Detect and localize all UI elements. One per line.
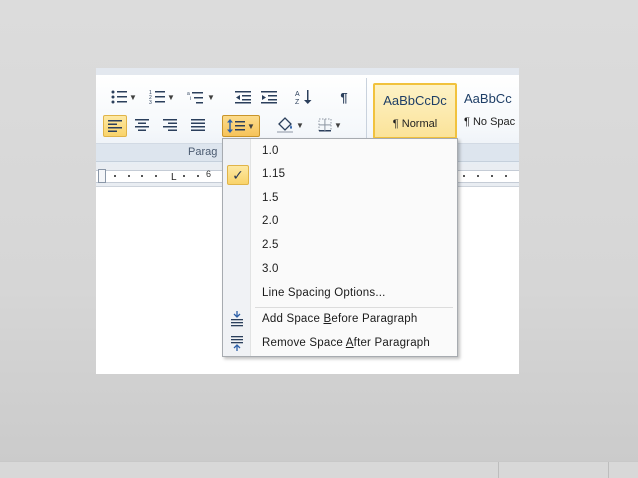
ruler-tick <box>463 175 465 177</box>
line-spacing-options-item[interactable]: Line Spacing Options... <box>224 282 456 304</box>
align-left-button[interactable] <box>103 115 127 137</box>
paint-bucket-icon <box>277 117 294 133</box>
shading-button[interactable]: ▼ <box>272 115 308 135</box>
numbering-icon: 1 2 3 <box>149 90 166 104</box>
menu-item-label: Add Space Before Paragraph <box>262 313 418 325</box>
line-spacing-menu: 1.0 ✓ 1.15 1.5 2.0 2.5 3.0 Line Spacing … <box>222 138 458 357</box>
ruler-tick <box>128 175 130 177</box>
align-left-icon <box>108 120 122 132</box>
tab-stop-marker[interactable]: L <box>171 172 177 183</box>
add-space-before-item[interactable]: Add Space Before Paragraph <box>224 308 456 330</box>
add-space-before-icon <box>227 310 247 328</box>
sort-az-icon: A Z <box>295 90 312 105</box>
style-no-spacing-sample: AaBbCc <box>464 90 512 106</box>
chevron-down-icon: ▼ <box>129 92 137 102</box>
multilevel-list-icon: a i <box>187 91 204 104</box>
svg-text:A: A <box>295 91 300 98</box>
menu-item-1-15[interactable]: ✓ 1.15 <box>224 163 456 185</box>
menu-item-2-0[interactable]: 2.0 <box>224 210 456 232</box>
style-no-spacing[interactable]: AaBbCc ¶ No Spac <box>458 83 519 135</box>
justify-icon <box>191 119 205 131</box>
chevron-down-icon: ▼ <box>334 120 342 130</box>
taskbar-divider <box>498 462 499 478</box>
ruler-tick <box>505 175 507 177</box>
ruler-tick <box>491 175 493 177</box>
svg-text:Z: Z <box>295 99 300 105</box>
decrease-indent-button[interactable] <box>233 87 253 107</box>
ruler-tick <box>477 175 479 177</box>
menu-item-label: 2.5 <box>262 239 279 251</box>
paragraph-group-label: Parag <box>188 146 218 158</box>
svg-text:i: i <box>190 96 191 102</box>
menu-item-label: 2.0 <box>262 215 279 227</box>
menu-item-2-5[interactable]: 2.5 <box>224 234 456 256</box>
style-normal-sample: AaBbCcDc <box>383 92 447 108</box>
pilcrow-icon: ¶ <box>340 89 348 105</box>
indent-marker[interactable] <box>98 169 106 183</box>
svg-text:3: 3 <box>149 100 152 104</box>
increase-indent-icon <box>261 91 277 104</box>
multilevel-list-button[interactable]: a i ▼ <box>185 87 217 107</box>
numbering-button[interactable]: 1 2 3 ▼ <box>146 87 178 107</box>
checkmark-icon: ✓ <box>227 165 249 185</box>
show-formatting-button[interactable]: ¶ <box>334 87 354 107</box>
chevron-down-icon: ▼ <box>296 120 304 130</box>
increase-indent-button[interactable] <box>259 87 279 107</box>
chevron-down-icon: ▼ <box>167 92 175 102</box>
style-no-spacing-label: ¶ No Spac <box>464 115 516 128</box>
ruler-tick <box>141 175 143 177</box>
menu-item-3-0[interactable]: 3.0 <box>224 258 456 280</box>
decrease-indent-icon <box>235 91 251 104</box>
menu-item-label: Line Spacing Options... <box>262 287 386 299</box>
menu-item-1-5[interactable]: 1.5 <box>224 187 456 209</box>
menu-item-label: 3.0 <box>262 263 279 275</box>
borders-icon <box>318 118 332 132</box>
align-center-button[interactable] <box>131 115 153 135</box>
sort-button[interactable]: A Z <box>293 87 315 107</box>
align-right-button[interactable] <box>159 115 181 135</box>
menu-item-label: 1.5 <box>262 192 279 204</box>
line-spacing-icon <box>227 119 246 133</box>
bullets-icon <box>111 90 128 104</box>
ruler-tick <box>155 175 157 177</box>
chevron-down-icon: ▼ <box>207 92 215 102</box>
align-right-icon <box>163 119 177 131</box>
taskbar-divider <box>608 462 609 478</box>
menu-item-1-0[interactable]: 1.0 <box>224 140 456 162</box>
menu-item-label: 1.0 <box>262 145 279 157</box>
align-center-icon <box>135 119 149 131</box>
ruler-number: 6 <box>206 169 212 179</box>
line-spacing-button[interactable]: ▼ <box>222 115 260 137</box>
ribbon-tab-strip <box>96 68 519 75</box>
style-normal-label: ¶ Normal <box>392 117 438 130</box>
style-normal[interactable]: AaBbCcDc ¶ Normal <box>373 83 457 139</box>
remove-space-after-icon <box>227 334 247 352</box>
ruler-tick <box>183 175 185 177</box>
taskbar-strip <box>0 461 638 478</box>
bullets-button[interactable]: ▼ <box>108 87 140 107</box>
remove-space-after-item[interactable]: Remove Space After Paragraph <box>224 332 456 354</box>
ruler-tick <box>197 175 199 177</box>
justify-button[interactable] <box>187 115 209 135</box>
chevron-down-icon: ▼ <box>247 121 255 131</box>
borders-button[interactable]: ▼ <box>312 115 348 135</box>
menu-item-label: 1.15 <box>262 168 286 180</box>
menu-item-label: Remove Space After Paragraph <box>262 337 430 349</box>
ruler-tick <box>114 175 116 177</box>
